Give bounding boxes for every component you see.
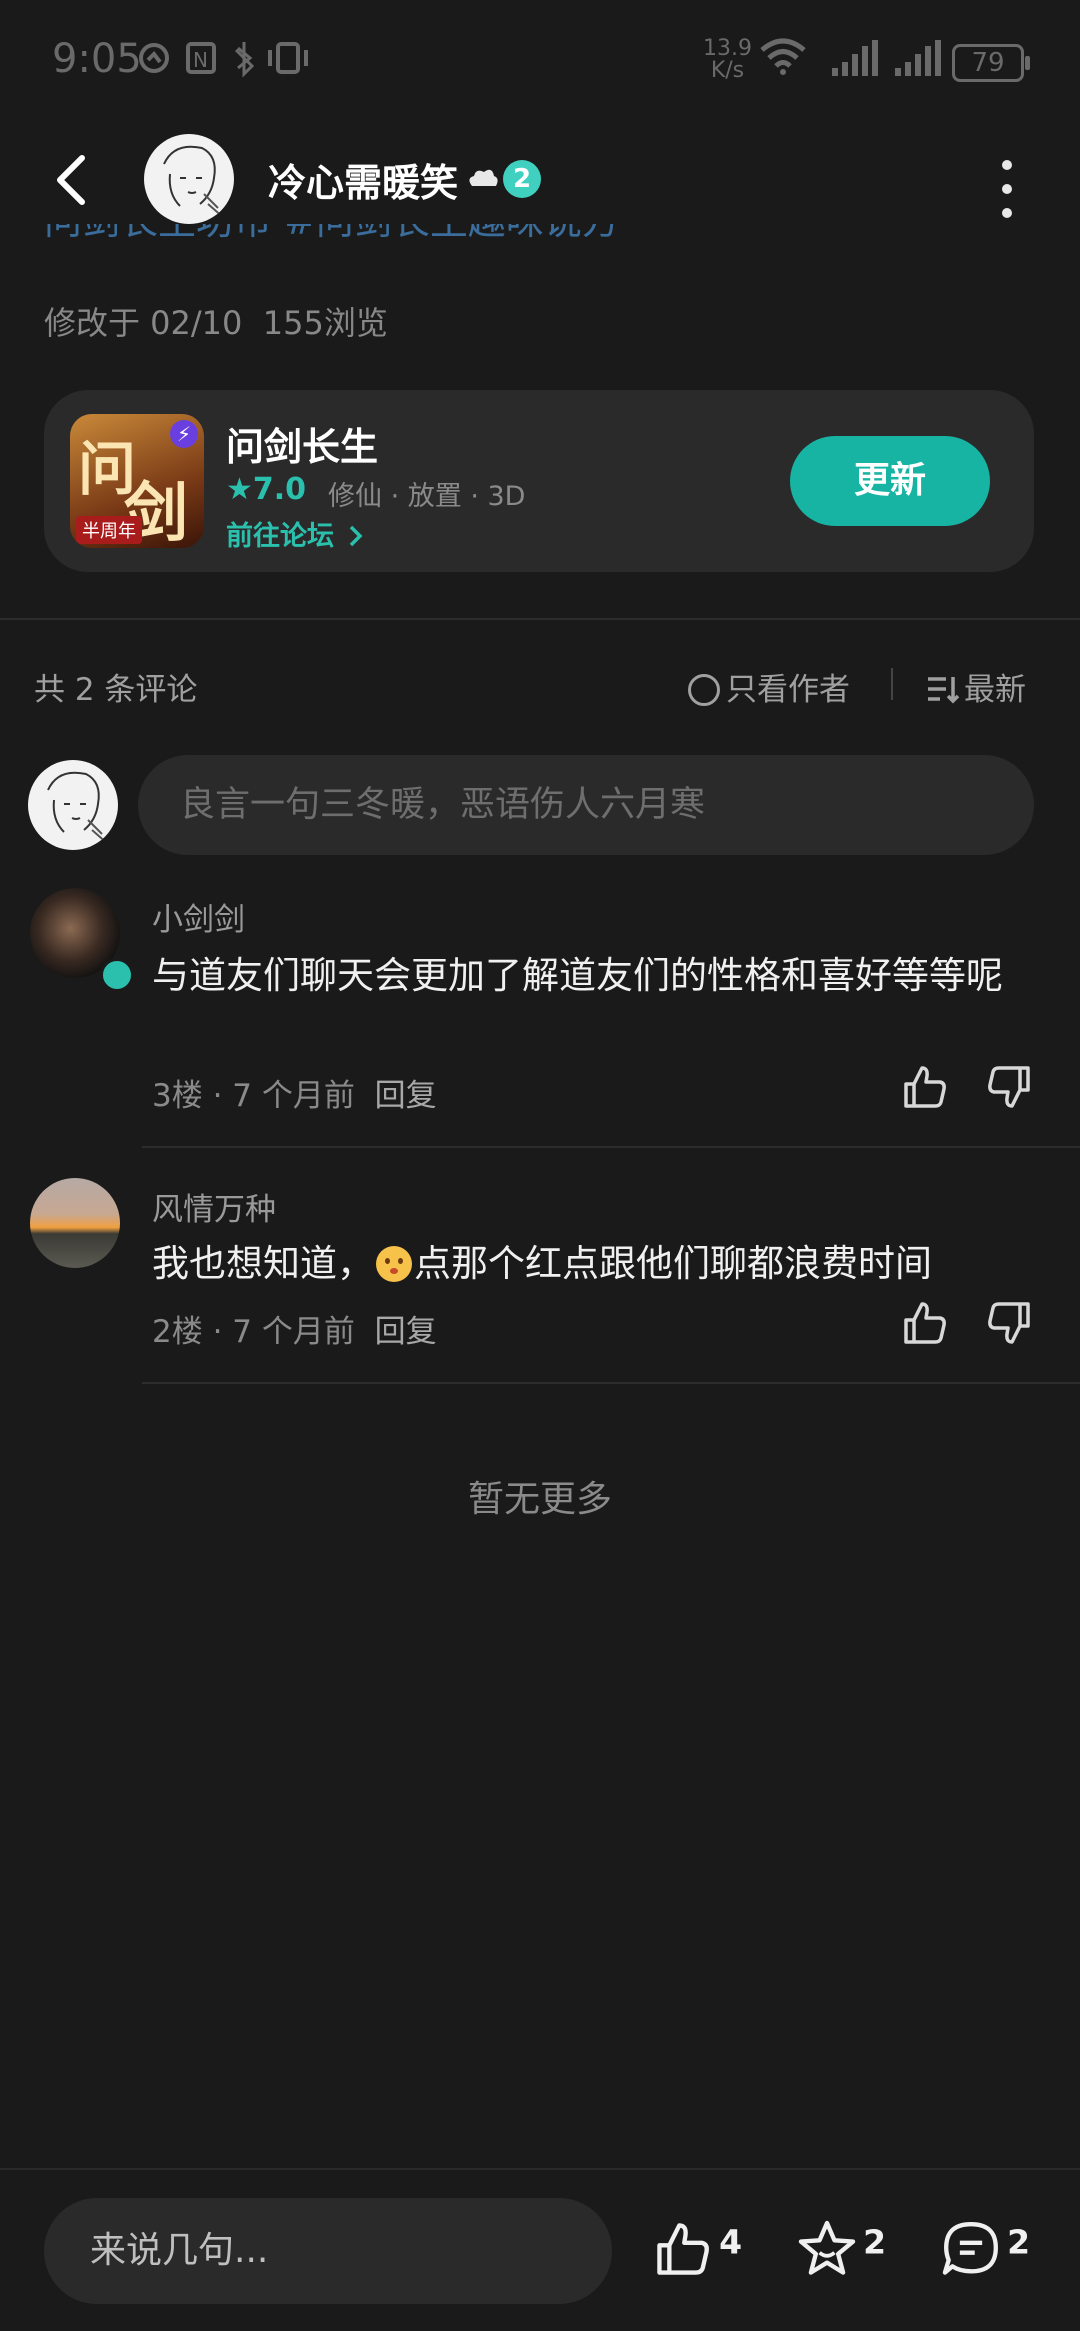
post-tags-text[interactable]: 问剑长生坊市 #问剑长生趣味说方 (44, 224, 620, 243)
say-something-input[interactable]: 来说几句... (44, 2198, 612, 2304)
star-icon: ★ (226, 472, 253, 507)
game-name[interactable]: 问剑长生 (226, 416, 378, 471)
post-meta: 修改于 02/10 155浏览 (44, 298, 388, 344)
author-avatar[interactable] (144, 134, 234, 224)
comment-button[interactable]: 2 (940, 2218, 1030, 2280)
comment-count: 共 2 条评论 (34, 672, 198, 708)
sort-icon (928, 677, 960, 704)
thumbs-up-icon[interactable] (900, 1062, 950, 1112)
game-icon-badge: 半周年 (76, 516, 142, 544)
reply-button[interactable]: 回复 (375, 1314, 437, 1350)
game-rating-value: 7.0 (252, 472, 307, 507)
my-avatar (28, 760, 118, 850)
more-options-icon[interactable] (1000, 160, 1014, 218)
comment-divider (142, 1382, 1080, 1384)
update-button[interactable]: 更新 (790, 436, 990, 526)
radio-circle-icon[interactable] (688, 674, 720, 706)
section-divider (0, 618, 1080, 620)
forum-link[interactable]: 前往论坛 (226, 514, 365, 553)
thumbs-down-icon[interactable] (984, 1298, 1034, 1348)
wifi-icon (760, 38, 806, 75)
lightning-icon: ⚡ (170, 420, 198, 448)
net-speed: 13.9 K/s (703, 38, 752, 82)
author-only-toggle[interactable]: 只看作者 (688, 664, 850, 709)
sketch-portrait-icon (47, 771, 109, 845)
signal-icon (832, 40, 878, 76)
post-tags[interactable]: 问剑长生坊市 #问剑长生趣味说方 (44, 224, 620, 254)
comment-meta: 3楼 · 7 个月前 回复 (152, 1078, 437, 1114)
game-icon[interactable]: 问 剑 半周年 ⚡ (70, 414, 204, 548)
thumbs-up-icon (657, 2223, 709, 2275)
net-speed-unit: K/s (710, 58, 745, 83)
sort-label[interactable]: 最新 (964, 672, 1026, 708)
like-count: 4 (719, 2222, 743, 2262)
modified-date: 修改于 02/10 (44, 304, 243, 342)
chat-bubble-icon (942, 2222, 998, 2275)
comment-floor: 3楼 (152, 1078, 203, 1114)
cloud-decoration-icon (466, 166, 500, 196)
sketch-portrait-icon (163, 145, 225, 219)
signal-icon (895, 40, 941, 76)
commenter-name[interactable]: 风情万种 (152, 1184, 276, 1229)
forum-link-label[interactable]: 前往论坛 (226, 521, 334, 552)
sort-toggle[interactable]: 最新 (926, 664, 1026, 709)
vertical-separator (891, 668, 893, 700)
like-button[interactable]: 4 (652, 2218, 742, 2280)
game-rating: ★7.0 (226, 472, 306, 507)
favorite-count: 2 (863, 2222, 887, 2262)
svg-text:N: N (193, 48, 216, 72)
status-time: 9:05 (52, 36, 142, 82)
reply-button[interactable]: 回复 (375, 1078, 437, 1114)
comment-meta: 2楼 · 7 个月前 回复 (152, 1314, 437, 1350)
star-outline-icon (798, 2220, 856, 2275)
comment-input[interactable]: 良言一句三冬暖，恶语伤人六月寒 (138, 755, 1034, 855)
comment-time: 7 个月前 (232, 1078, 355, 1114)
back-arrow-icon[interactable] (48, 150, 98, 210)
comment-floor: 2楼 (152, 1314, 203, 1350)
level-badge: 2 (503, 160, 541, 198)
status-icons: N (138, 38, 328, 87)
battery-icon: 79 (952, 44, 1030, 82)
comment-text-part: 点那个红点跟他们聊都浪费时间 (414, 1242, 932, 1285)
commenter-name[interactable]: 小剑剑 (152, 894, 245, 939)
comment-text: 我也想知道， 点那个红点跟他们聊都浪费时间 (152, 1236, 1072, 1292)
view-count: 155浏览 (262, 304, 388, 342)
comment-text-part: 我也想知道， (152, 1242, 374, 1285)
commenter-avatar[interactable] (30, 1178, 120, 1268)
chevron-right-icon (350, 525, 363, 547)
bottom-bar-divider (0, 2168, 1080, 2170)
emoji-face-icon (376, 1246, 412, 1282)
no-more-label: 暂无更多 (467, 1479, 612, 1520)
author-only-label[interactable]: 只看作者 (726, 672, 850, 708)
thumbs-up-icon[interactable] (900, 1298, 950, 1348)
comment-divider (142, 1146, 1080, 1148)
comment-time: 7 个月前 (232, 1314, 355, 1350)
status-bar: 9:05 N 13.9 K/s 79 (0, 0, 1080, 120)
comment-text: 与道友们聊天会更加了解道友们的性格和喜好等等呢 (152, 954, 1003, 997)
author-name[interactable]: 冷心需暖笑 (268, 152, 458, 207)
status-indicator-icons: N (139, 42, 308, 78)
favorite-button[interactable]: 2 (796, 2218, 886, 2280)
game-tags: 修仙 · 放置 · 3D (328, 481, 526, 512)
thumbs-down-icon[interactable] (984, 1062, 1034, 1112)
verified-badge-icon (100, 958, 134, 992)
comment-total: 2 (1007, 2222, 1031, 2262)
